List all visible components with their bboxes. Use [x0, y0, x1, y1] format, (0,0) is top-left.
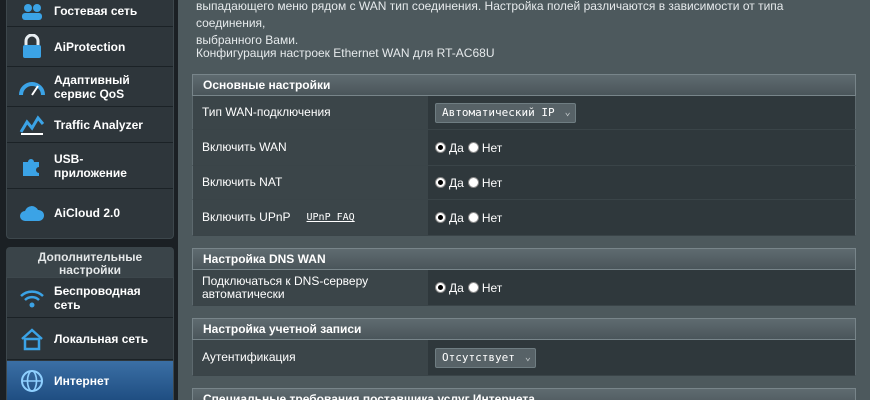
guest-network-icon [15, 0, 49, 26]
radio-label: Нет [481, 280, 503, 295]
enable-wan-label: Включить WAN [193, 130, 429, 165]
sidebar-item-label: Интернет [54, 373, 110, 388]
auth-select[interactable]: Отсутствует ⌄ [435, 347, 536, 368]
cloud-icon [15, 198, 49, 228]
general-menu: Гостевая сеть AiProtection Адаптивный се… [6, 0, 174, 239]
auth-row: Аутентификация Отсутствует ⌄ [192, 340, 856, 376]
wifi-icon [15, 283, 49, 313]
description-line: выпадающего меню рядом с WAN тип соедине… [196, 0, 784, 30]
radio-label: Да [449, 140, 464, 155]
radio-label: Да [449, 280, 464, 295]
advanced-menu: Беспроводная сеть Локальная сеть Интерне… [6, 277, 174, 400]
auth-label: Аутентификация [193, 340, 429, 375]
sidebar-item-label: Traffic Analyzer [54, 117, 143, 132]
radio-dot [435, 142, 446, 153]
sidebar-item-guest-network[interactable]: Гостевая сеть [7, 0, 173, 27]
config-title: Конфигурация настроек Ethernet WAN для R… [196, 46, 495, 60]
radio-dot [467, 177, 479, 188]
enable-upnp-cell: Да Нет [429, 200, 855, 235]
advanced-settings-header: Дополнительные настройки [6, 247, 174, 277]
section-dns-settings: Настройка DNS WAN [192, 248, 856, 270]
radio-dot [435, 177, 446, 188]
sidebar-item-wireless[interactable]: Беспроводная сеть [7, 278, 173, 318]
sidebar-item-aiprotection[interactable]: AiProtection [7, 27, 173, 67]
enable-nat-row: Включить NAT Да Нет [192, 166, 856, 200]
sidebar-item-qos[interactable]: Адаптивный сервис QoS [7, 67, 173, 107]
puzzle-icon [15, 151, 49, 181]
sidebar-item-lan[interactable]: Локальная сеть [7, 318, 173, 360]
radio-label: Нет [481, 175, 503, 190]
section-isp-requirements: Специальные требования поставщика услуг … [192, 388, 856, 400]
auto-dns-cell: Да Нет [429, 270, 855, 305]
radio-label: Да [449, 210, 464, 225]
wan-type-value: Автоматический IP [442, 105, 555, 119]
chart-icon [15, 110, 49, 140]
home-icon [15, 324, 49, 354]
sidebar-item-aicloud[interactable]: AiCloud 2.0 [7, 189, 173, 237]
sidebar-item-label: Гостевая сеть [54, 3, 138, 18]
enable-wan-row: Включить WAN Да Нет [192, 130, 856, 166]
enable-upnp-label: Включить UPnP [202, 210, 291, 224]
page-description: выпадающего меню рядом с WAN тип соедине… [196, 0, 856, 49]
sidebar-item-usb[interactable]: USB-приложение [7, 143, 173, 189]
auth-value: Отсутствует [442, 350, 515, 364]
enable-nat-label: Включить NAT [193, 166, 429, 199]
radio-dot [435, 212, 446, 223]
enable-wan-no-radio[interactable]: Нет [467, 140, 503, 155]
chevron-down-icon: ⌄ [564, 106, 571, 118]
radio-dot [467, 282, 479, 293]
radio-dot [467, 212, 479, 223]
lock-icon [15, 32, 49, 62]
sidebar-item-label: AiCloud 2.0 [54, 206, 121, 220]
sidebar-item-label: Локальная сеть [54, 331, 149, 346]
enable-nat-cell: Да Нет [429, 166, 855, 199]
enable-wan-cell: Да Нет [429, 130, 855, 165]
auto-dns-no-radio[interactable]: Нет [467, 280, 503, 295]
sidebar-item-label: USB-приложение [54, 151, 127, 180]
sidebar-item-label: Беспроводная сеть [54, 283, 141, 312]
auto-dns-label: Подключаться к DNS-серверу автоматически [193, 270, 429, 305]
wan-type-cell: Автоматический IP ⌄ [429, 96, 855, 129]
radio-label: Нет [481, 210, 503, 225]
enable-nat-no-radio[interactable]: Нет [467, 175, 503, 190]
section-account-settings: Настройка учетной записи [192, 318, 856, 340]
sidebar-item-label: AiProtection [54, 39, 126, 54]
enable-upnp-label-cell: Включить UPnP UPnP FAQ [193, 200, 429, 235]
section-basic-settings: Основные настройки [192, 74, 856, 96]
auto-dns-yes-radio[interactable]: Да [435, 281, 464, 295]
radio-label: Да [449, 175, 464, 190]
radio-dot [435, 282, 446, 293]
wan-type-select[interactable]: Автоматический IP ⌄ [435, 102, 576, 123]
radio-dot [467, 142, 479, 153]
main-content: выпадающего меню рядом с WAN тип соедине… [178, 0, 870, 400]
enable-upnp-yes-radio[interactable]: Да [435, 211, 464, 225]
wan-type-label: Тип WAN-подключения [193, 96, 429, 129]
globe-icon [15, 366, 49, 396]
sidebar-item-internet[interactable]: Интернет [7, 361, 173, 400]
upnp-faq-link[interactable]: UPnP FAQ [307, 211, 355, 224]
sidebar: Гостевая сеть AiProtection Адаптивный се… [0, 0, 178, 400]
gauge-icon [15, 72, 49, 102]
enable-nat-yes-radio[interactable]: Да [435, 176, 464, 190]
chevron-down-icon: ⌄ [524, 351, 531, 363]
auto-dns-row: Подключаться к DNS-серверу автоматически… [192, 270, 856, 306]
radio-label: Нет [481, 140, 503, 155]
sidebar-item-label: Адаптивный сервис QoS [54, 72, 130, 101]
enable-wan-yes-radio[interactable]: Да [435, 141, 464, 155]
wan-type-row: Тип WAN-подключения Автоматический IP ⌄ [192, 96, 856, 130]
sidebar-item-traffic-analyzer[interactable]: Traffic Analyzer [7, 107, 173, 143]
auth-cell: Отсутствует ⌄ [429, 340, 855, 375]
enable-upnp-row: Включить UPnP UPnP FAQ Да Нет [192, 200, 856, 236]
enable-upnp-no-radio[interactable]: Нет [467, 210, 503, 225]
